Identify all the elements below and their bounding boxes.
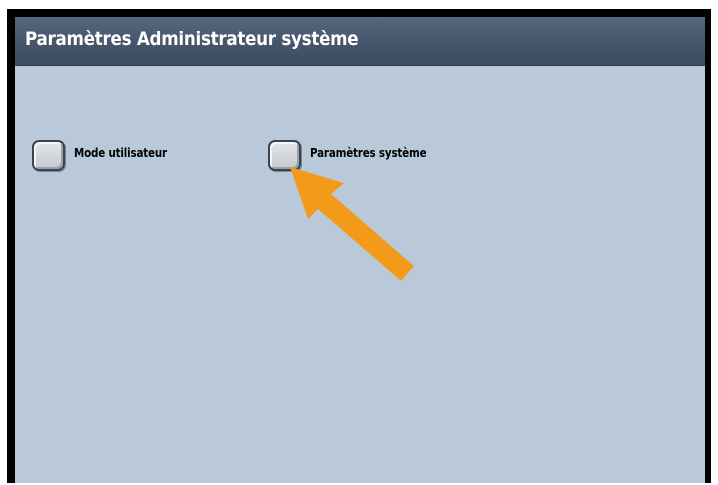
page-title: Paramètres Administrateur système xyxy=(25,28,359,50)
title-bar: Paramètres Administrateur système xyxy=(15,17,705,66)
device-screen: Paramètres Administrateur système Mode u… xyxy=(0,0,718,485)
arrow-shape xyxy=(290,167,414,281)
settings-panel: Paramètres Administrateur système Mode u… xyxy=(15,17,705,483)
user-mode-checkbox[interactable] xyxy=(32,140,65,171)
display-frame: Paramètres Administrateur système Mode u… xyxy=(7,9,711,483)
pointer-arrow-icon xyxy=(290,167,414,281)
user-mode-label: Mode utilisateur xyxy=(74,146,167,160)
